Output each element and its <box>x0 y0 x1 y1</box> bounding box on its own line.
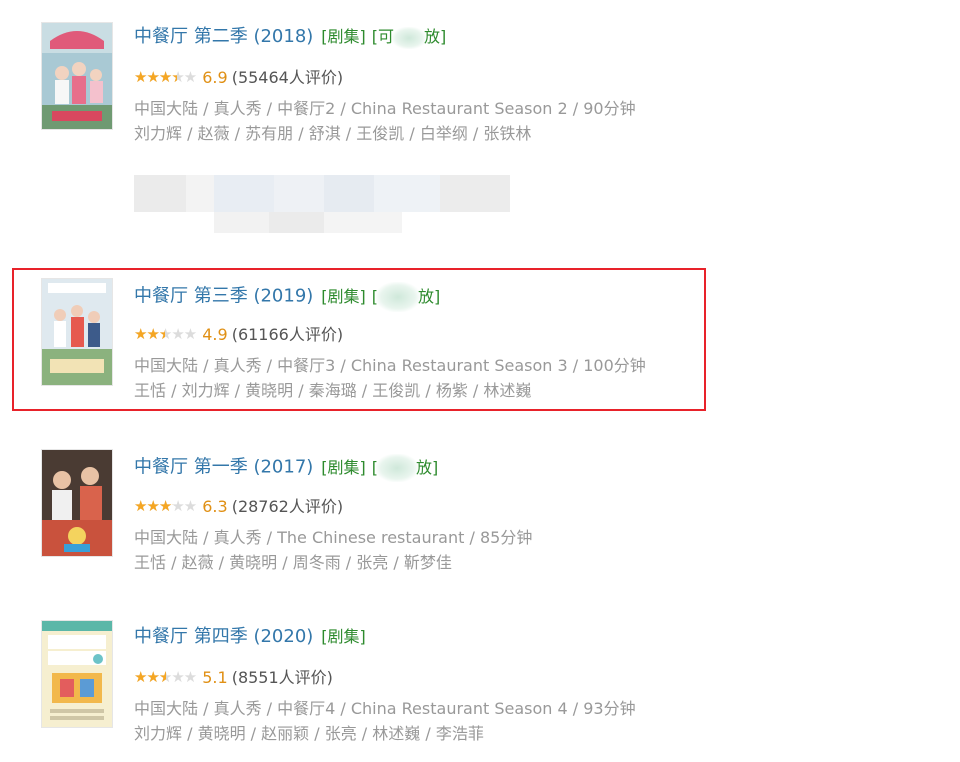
blur-mark <box>376 282 421 312</box>
rating-count[interactable]: (61166人评价) <box>232 325 343 344</box>
playable-tag-right: 放] <box>418 286 441 306</box>
rating-line: ★★★★★★★★★★ 4.9(61166人评价) <box>134 323 343 346</box>
meta-line: 中国大陆 / 真人秀 / 中餐厅4 / China Restaurant Sea… <box>134 699 636 718</box>
rating-score: 6.9 <box>202 68 228 87</box>
type-tag: [剧集] <box>321 457 366 477</box>
star-fill: ★★★★★ <box>134 325 165 343</box>
star-rating-icon: ★★★★★★★★★★ <box>134 668 197 686</box>
star-fill: ★★★★★ <box>134 668 166 686</box>
playable-tag-right: 放] <box>416 457 439 477</box>
cast-line: 王恬 / 赵薇 / 黄晓明 / 周冬雨 / 张亮 / 靳梦佳 <box>134 553 452 572</box>
playable-tag-right: 放] <box>424 27 447 46</box>
rating-score: 5.1 <box>202 668 228 687</box>
type-tag: [剧集] <box>321 627 366 646</box>
cast-line: 王恬 / 刘力辉 / 黄晓明 / 秦海璐 / 王俊凯 / 杨紫 / 林述巍 <box>134 381 532 400</box>
cast-line: 刘力辉 / 黄晓明 / 赵丽颖 / 张亮 / 林述巍 / 李浩菲 <box>134 724 484 743</box>
blur-mark <box>376 454 419 482</box>
playable-tag[interactable]: [可 放] <box>371 26 447 49</box>
poster-image[interactable] <box>41 22 113 130</box>
rating-line: ★★★★★★★★★★ 6.9(55464人评价) <box>134 66 343 89</box>
item-info: 中餐厅 第一季 (2017) [剧集] [放] ★★★★★★★★★★ 6.3(2876… <box>134 454 532 572</box>
rating-count[interactable]: (55464人评价) <box>232 68 343 87</box>
playable-tag[interactable]: [放] <box>372 454 439 482</box>
title-link[interactable]: 中餐厅 第二季 (2018) <box>134 26 313 47</box>
poster-image[interactable] <box>41 620 113 728</box>
item-info: 中餐厅 第三季 (2019) [剧集] [放] ★★★★★★★★★★ 4.9(6116… <box>134 282 646 400</box>
star-fill: ★★★★★ <box>134 68 177 86</box>
title-link[interactable]: 中餐厅 第一季 (2017) <box>134 457 313 478</box>
playable-tag[interactable]: [放] <box>372 282 441 312</box>
title-link[interactable]: 中餐厅 第四季 (2020) <box>134 626 313 647</box>
cast-line: 刘力辉 / 赵薇 / 苏有朋 / 舒淇 / 王俊凯 / 白举纲 / 张铁林 <box>134 124 532 143</box>
star-rating-icon: ★★★★★★★★★★ <box>134 325 197 343</box>
title-link[interactable]: 中餐厅 第三季 (2019) <box>134 286 313 307</box>
item-info: 中餐厅 第四季 (2020) [剧集] ★★★★★★★★★★ 5.1(8551人评价… <box>134 625 636 743</box>
blur-mark <box>392 26 427 49</box>
poster-image[interactable] <box>41 449 113 557</box>
title-line: 中餐厅 第二季 (2018) [剧集] [可 放] <box>134 25 446 49</box>
star-rating-icon: ★★★★★★★★★★ <box>134 68 197 86</box>
title-line: 中餐厅 第三季 (2019) [剧集] [放] <box>134 282 440 312</box>
poster-image[interactable] <box>41 278 113 386</box>
rating-count[interactable]: (28762人评价) <box>232 497 343 516</box>
rating-score: 4.9 <box>202 325 228 344</box>
rating-count[interactable]: (8551人评价) <box>232 668 333 687</box>
rating-line: ★★★★★★★★★★ 5.1(8551人评价) <box>134 666 333 689</box>
meta-line: 中国大陆 / 真人秀 / 中餐厅3 / China Restaurant Sea… <box>134 356 646 375</box>
playable-tag-left: [可 <box>371 27 395 46</box>
blurred-content <box>134 175 510 233</box>
meta-line: 中国大陆 / 真人秀 / 中餐厅2 / China Restaurant Sea… <box>134 99 636 118</box>
type-tag: [剧集] <box>321 286 366 306</box>
title-line: 中餐厅 第四季 (2020) [剧集] <box>134 625 366 649</box>
item-info: 中餐厅 第二季 (2018) [剧集] [可 放] ★★★★★★★★★★ 6.9(554… <box>134 25 636 143</box>
title-line: 中餐厅 第一季 (2017) [剧集] [放] <box>134 454 438 482</box>
meta-line: 中国大陆 / 真人秀 / The Chinese restaurant / 85… <box>134 528 533 547</box>
star-fill: ★★★★★ <box>134 497 173 515</box>
star-rating-icon: ★★★★★★★★★★ <box>134 497 197 515</box>
type-tag: [剧集] <box>321 27 366 46</box>
rating-line: ★★★★★★★★★★ 6.3(28762人评价) <box>134 495 343 518</box>
rating-score: 6.3 <box>202 497 228 516</box>
